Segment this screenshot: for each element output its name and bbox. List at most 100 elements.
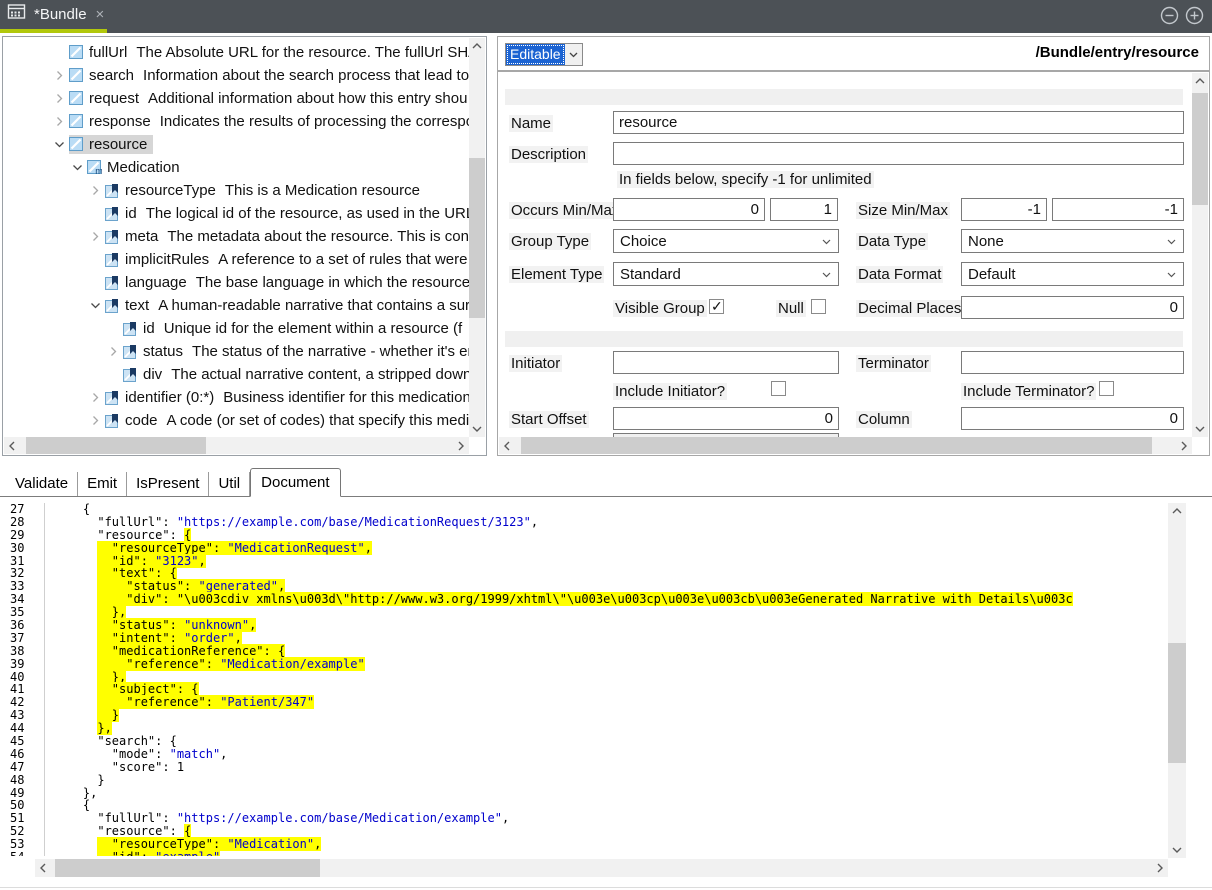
- include-terminator-label: Include Terminator?: [961, 383, 1096, 400]
- chevron-right-icon[interactable]: [90, 392, 101, 403]
- scroll-left-icon[interactable]: [499, 437, 515, 454]
- initiator-input[interactable]: [613, 351, 839, 374]
- chevron-right-icon[interactable]: [54, 116, 65, 127]
- occurs-label: Occurs Min/Max: [509, 202, 621, 219]
- zoom-out-icon[interactable]: [1160, 6, 1179, 30]
- visible-group-checkbox[interactable]: [709, 299, 724, 314]
- scroll-left-icon[interactable]: [35, 859, 51, 877]
- doc-line: 43 }: [0, 709, 1168, 722]
- attribute-icon: [105, 253, 119, 267]
- group-type-select[interactable]: Choice: [613, 229, 839, 253]
- scroll-down-icon[interactable]: [469, 421, 485, 437]
- scroll-right-icon[interactable]: [1152, 859, 1168, 877]
- document-horizontal-scrollbar[interactable]: [35, 859, 1168, 877]
- scroll-down-icon[interactable]: [1168, 842, 1186, 858]
- tab-ispresent[interactable]: IsPresent: [127, 472, 209, 496]
- tree-item-response[interactable]: responseIndicates the results of process…: [3, 110, 469, 133]
- column-label: Column: [856, 411, 912, 428]
- tab-emit[interactable]: Emit: [78, 472, 127, 496]
- size-min-input[interactable]: [961, 198, 1047, 221]
- element-icon: [69, 68, 84, 83]
- props-vertical-scrollbar[interactable]: [1192, 73, 1208, 437]
- bottom-tabbar: ValidateEmitIsPresentUtilDocument: [0, 470, 1212, 497]
- tree-item-resource[interactable]: resource: [3, 133, 469, 156]
- tree-item-description: The metadata about the resource. This is…: [167, 228, 469, 245]
- tree-item-implicitrules[interactable]: implicitRulesA reference to a set of rul…: [3, 248, 469, 271]
- scroll-thumb[interactable]: [55, 859, 320, 877]
- document-vertical-scrollbar[interactable]: [1168, 503, 1186, 858]
- chevron-right-icon[interactable]: [54, 93, 65, 104]
- tree-item-search[interactable]: searchInformation about the search proce…: [3, 64, 469, 87]
- occurs-min-input[interactable]: [613, 198, 765, 221]
- chevron-down-icon[interactable]: [54, 139, 65, 150]
- tree-item-status[interactable]: statusThe status of the narrative - whet…: [3, 340, 469, 363]
- include-terminator-checkbox[interactable]: [1099, 381, 1114, 396]
- scroll-thumb[interactable]: [1168, 643, 1186, 763]
- chevron-down-icon[interactable]: [72, 162, 83, 173]
- data-format-select[interactable]: Default: [961, 262, 1184, 286]
- props-horizontal-scrollbar[interactable]: [499, 437, 1192, 454]
- scroll-left-icon[interactable]: [4, 437, 20, 454]
- attribute-icon: [105, 230, 119, 244]
- scroll-thumb[interactable]: [1192, 93, 1208, 205]
- tree-item-div[interactable]: divThe actual narrative content, a strip…: [3, 363, 469, 386]
- chevron-right-icon[interactable]: [90, 185, 101, 196]
- chevron-right-icon[interactable]: [90, 415, 101, 426]
- chevron-right-icon[interactable]: [108, 346, 119, 357]
- null-checkbox[interactable]: [811, 299, 826, 314]
- scroll-thumb[interactable]: [469, 158, 485, 318]
- chevron-down-icon[interactable]: [565, 44, 582, 65]
- close-tab-icon[interactable]: ×: [96, 6, 105, 23]
- tree-item-id[interactable]: idThe logical id of the resource, as use…: [3, 202, 469, 225]
- scroll-thumb[interactable]: [26, 437, 206, 454]
- scroll-thumb[interactable]: [521, 437, 1152, 454]
- tab-document[interactable]: Document: [250, 468, 340, 497]
- scroll-down-icon[interactable]: [1192, 421, 1208, 437]
- name-input[interactable]: [613, 111, 1184, 134]
- tree-item-request[interactable]: requestAdditional information about how …: [3, 87, 469, 110]
- size-max-input[interactable]: [1052, 198, 1184, 221]
- tree-item-code[interactable]: codeA code (or set of codes) that specif…: [3, 409, 469, 432]
- scroll-up-icon[interactable]: [1168, 503, 1186, 519]
- tree-item-language[interactable]: languageThe base language in which the r…: [3, 271, 469, 294]
- include-initiator-checkbox[interactable]: [771, 381, 786, 396]
- attribute-icon: [105, 391, 119, 405]
- json-document: 27 {28 "fullUrl": "https://example.com/b…: [0, 503, 1168, 856]
- column-input[interactable]: [961, 407, 1184, 430]
- tree-item-identifier-0-[interactable]: identifier (0:*)Business identifier for …: [3, 386, 469, 409]
- occurs-max-input[interactable]: [770, 198, 838, 221]
- tab-util[interactable]: Util: [209, 472, 250, 496]
- start-offset-input[interactable]: [613, 407, 839, 430]
- properties-form: Name Description In fields below, specif…: [497, 71, 1210, 456]
- tree-item-fullurl[interactable]: fullUrlThe Absolute URL for the resource…: [3, 41, 469, 64]
- decimal-places-input[interactable]: [961, 296, 1184, 319]
- scroll-up-icon[interactable]: [469, 38, 485, 54]
- tab-validate[interactable]: Validate: [6, 472, 78, 496]
- chevron-right-icon[interactable]: [54, 70, 65, 81]
- tree-item-resourcetype[interactable]: resourceTypeThis is a Medication resourc…: [3, 179, 469, 202]
- scroll-up-icon[interactable]: [1192, 73, 1208, 89]
- chevron-right-icon[interactable]: [90, 231, 101, 242]
- edit-mode-select[interactable]: Editable: [505, 43, 583, 66]
- window-bottom-edge: [0, 887, 1212, 888]
- terminator-input[interactable]: [961, 351, 1184, 374]
- tree-item-meta[interactable]: metaThe metadata about the resource. Thi…: [3, 225, 469, 248]
- scroll-right-icon[interactable]: [453, 437, 469, 454]
- element-type-select[interactable]: Standard: [613, 262, 839, 286]
- doc-line: 47 "score": 1: [0, 761, 1168, 774]
- scroll-right-icon[interactable]: [1176, 437, 1192, 454]
- chevron-down-icon[interactable]: [90, 300, 101, 311]
- tree-item-name: fullUrl: [89, 44, 127, 61]
- description-input[interactable]: [613, 142, 1184, 165]
- zoom-in-icon[interactable]: [1185, 6, 1204, 30]
- data-type-select[interactable]: None: [961, 229, 1184, 253]
- tree-item-description: Unique id for the element within a resou…: [164, 320, 462, 337]
- tree-item-text[interactable]: textA human-readable narrative that cont…: [3, 294, 469, 317]
- tree-item-medication[interactable]: mMedication: [3, 156, 469, 179]
- tree-vertical-scrollbar[interactable]: [469, 38, 485, 437]
- tree-horizontal-scrollbar[interactable]: [4, 437, 469, 454]
- tree-item-description: A reference to a set of rules that were: [218, 251, 467, 268]
- tree-item-id[interactable]: idUnique id for the element within a res…: [3, 317, 469, 340]
- decimal-places-label: Decimal Places: [856, 300, 963, 317]
- document-tab-bundle[interactable]: *Bundle ×: [0, 0, 107, 29]
